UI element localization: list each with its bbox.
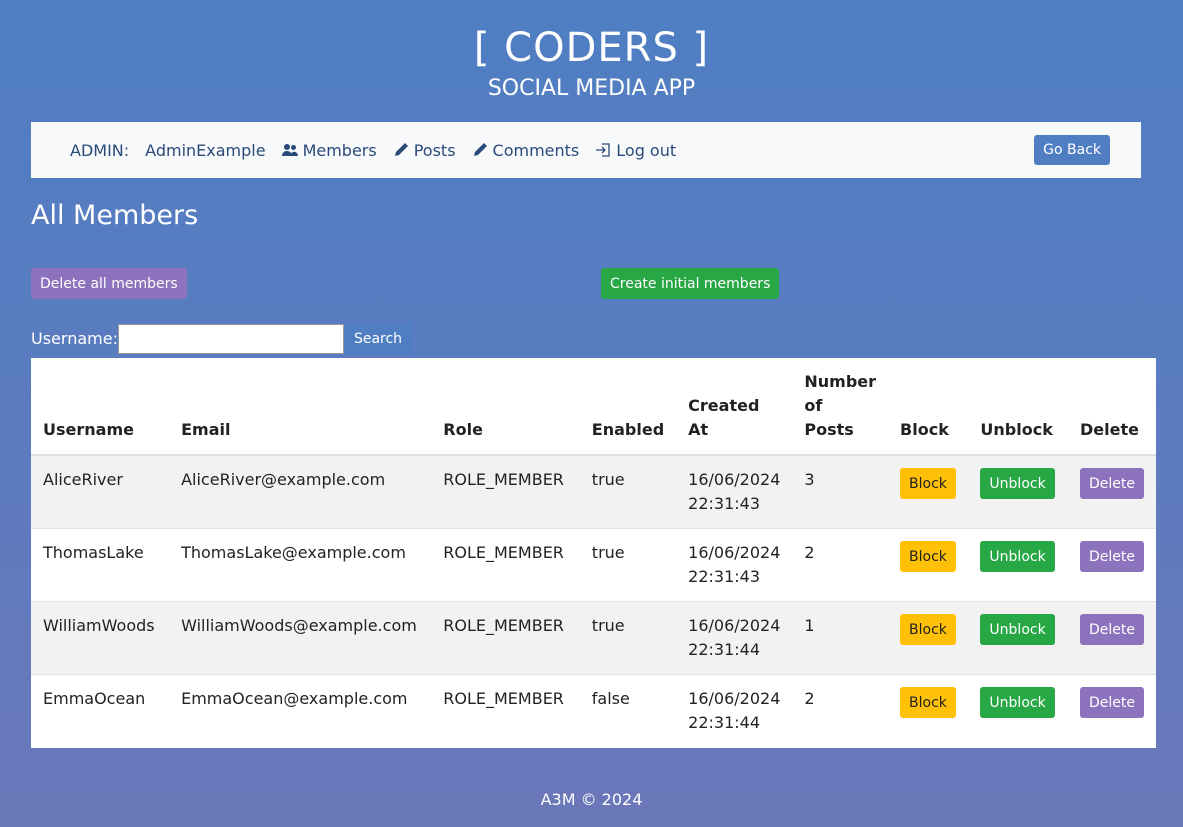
- cell-num-posts: 2: [792, 674, 889, 748]
- cell-unblock: Unblock: [968, 601, 1068, 675]
- pen-icon: [394, 143, 408, 156]
- cell-block: Block: [888, 528, 969, 602]
- brand-subtitle: SOCIAL MEDIA APP: [487, 76, 696, 101]
- admin-label: ADMIN:: [70, 140, 130, 160]
- cell-username: EmmaOcean: [31, 674, 170, 748]
- nav-posts-label: Posts: [413, 140, 456, 160]
- col-unblock: Unblock: [968, 358, 1068, 456]
- col-delete: Delete: [1068, 358, 1156, 456]
- table-row: ThomasLake ThomasLake@example.com ROLE_M…: [31, 528, 1156, 602]
- cell-delete: Delete: [1068, 601, 1156, 675]
- cell-delete: Delete: [1068, 454, 1156, 529]
- go-back-button[interactable]: Go Back: [1034, 135, 1110, 165]
- navbar: ADMIN: AdminExample Members Posts Commen…: [31, 122, 1141, 178]
- page-title: All Members: [31, 200, 199, 231]
- logout-icon: [596, 143, 610, 157]
- cell-created-at: 16/06/2024 22:31:44: [676, 601, 793, 675]
- delete-button[interactable]: Delete: [1080, 687, 1144, 718]
- nav-members-label: Members: [302, 140, 377, 160]
- table-header-row: Username Email Role Enabled Created At N…: [31, 358, 1156, 456]
- nav-logout[interactable]: Log out: [595, 141, 676, 160]
- cell-num-posts: 2: [792, 528, 889, 602]
- cell-email: AliceRiver@example.com: [169, 454, 432, 529]
- app-header: [ CODERS ] SOCIAL MEDIA APP: [0, 0, 1183, 122]
- delete-button[interactable]: Delete: [1080, 614, 1144, 645]
- unblock-button[interactable]: Unblock: [980, 614, 1055, 645]
- cell-role: ROLE_MEMBER: [431, 601, 580, 675]
- username-search-input[interactable]: [117, 323, 344, 354]
- search-form: Username: Search: [31, 322, 413, 355]
- nav-logout-label: Log out: [616, 140, 677, 160]
- nav-posts[interactable]: Posts: [393, 141, 456, 160]
- nav-comments[interactable]: Comments: [472, 140, 580, 160]
- table-row: WilliamWoods WilliamWoods@example.com RO…: [31, 601, 1156, 675]
- cell-block: Block: [888, 674, 969, 748]
- delete-button[interactable]: Delete: [1080, 468, 1144, 499]
- col-created-at: Created At: [676, 358, 793, 456]
- cell-enabled: false: [579, 674, 677, 748]
- nav-comments-label: Comments: [492, 140, 580, 160]
- cell-created-at: 16/06/2024 22:31:43: [676, 454, 793, 529]
- footer: A3M © 2024: [540, 790, 643, 809]
- cell-role: ROLE_MEMBER: [431, 528, 580, 602]
- col-username: Username: [31, 358, 170, 456]
- nav-members[interactable]: Members: [281, 140, 377, 160]
- block-button[interactable]: Block: [900, 687, 956, 718]
- col-email: Email: [169, 358, 432, 456]
- block-button[interactable]: Block: [900, 541, 956, 572]
- block-button[interactable]: Block: [900, 614, 956, 645]
- col-number-of-posts: Number of Posts: [792, 358, 889, 456]
- block-button[interactable]: Block: [900, 468, 956, 499]
- cell-enabled: true: [579, 601, 677, 675]
- cell-block: Block: [888, 601, 969, 675]
- cell-email: EmmaOcean@example.com: [169, 674, 432, 748]
- cell-username: AliceRiver: [31, 454, 170, 529]
- cell-created-at: 16/06/2024 22:31:44: [676, 674, 793, 748]
- col-block: Block: [888, 358, 969, 456]
- table-row: EmmaOcean EmmaOcean@example.com ROLE_MEM…: [31, 674, 1156, 748]
- cell-enabled: true: [579, 454, 677, 529]
- cell-created-at: 16/06/2024 22:31:43: [676, 528, 793, 602]
- cell-num-posts: 1: [792, 601, 889, 675]
- cell-username: ThomasLake: [31, 528, 170, 602]
- delete-button[interactable]: Delete: [1080, 541, 1144, 572]
- brand-title: [ CODERS ]: [473, 25, 710, 71]
- cell-unblock: Unblock: [968, 528, 1068, 602]
- members-table: Username Email Role Enabled Created At N…: [31, 358, 1156, 748]
- cell-role: ROLE_MEMBER: [431, 454, 580, 529]
- cell-num-posts: 3: [792, 454, 889, 529]
- unblock-button[interactable]: Unblock: [980, 541, 1055, 572]
- unblock-button[interactable]: Unblock: [980, 687, 1055, 718]
- pen-icon: [473, 143, 487, 156]
- delete-all-members-button[interactable]: Delete all members: [31, 268, 187, 299]
- search-label: Username:: [31, 329, 118, 348]
- cell-role: ROLE_MEMBER: [431, 674, 580, 748]
- nav-admin-name[interactable]: AdminExample: [145, 141, 265, 160]
- cell-email: WilliamWoods@example.com: [169, 601, 432, 675]
- cell-email: ThomasLake@example.com: [169, 528, 432, 602]
- cell-unblock: Unblock: [968, 454, 1068, 529]
- search-button[interactable]: Search: [343, 322, 413, 355]
- col-enabled: Enabled: [579, 358, 677, 456]
- cell-unblock: Unblock: [968, 674, 1068, 748]
- table-row: AliceRiver AliceRiver@example.com ROLE_M…: [31, 454, 1156, 529]
- col-role: Role: [431, 358, 580, 456]
- cell-delete: Delete: [1068, 528, 1156, 602]
- users-icon: [281, 144, 298, 156]
- cell-enabled: true: [579, 528, 677, 602]
- cell-username: WilliamWoods: [31, 601, 170, 675]
- cell-block: Block: [888, 454, 969, 529]
- create-initial-members-button[interactable]: Create initial members: [601, 268, 780, 299]
- unblock-button[interactable]: Unblock: [980, 468, 1055, 499]
- cell-delete: Delete: [1068, 674, 1156, 748]
